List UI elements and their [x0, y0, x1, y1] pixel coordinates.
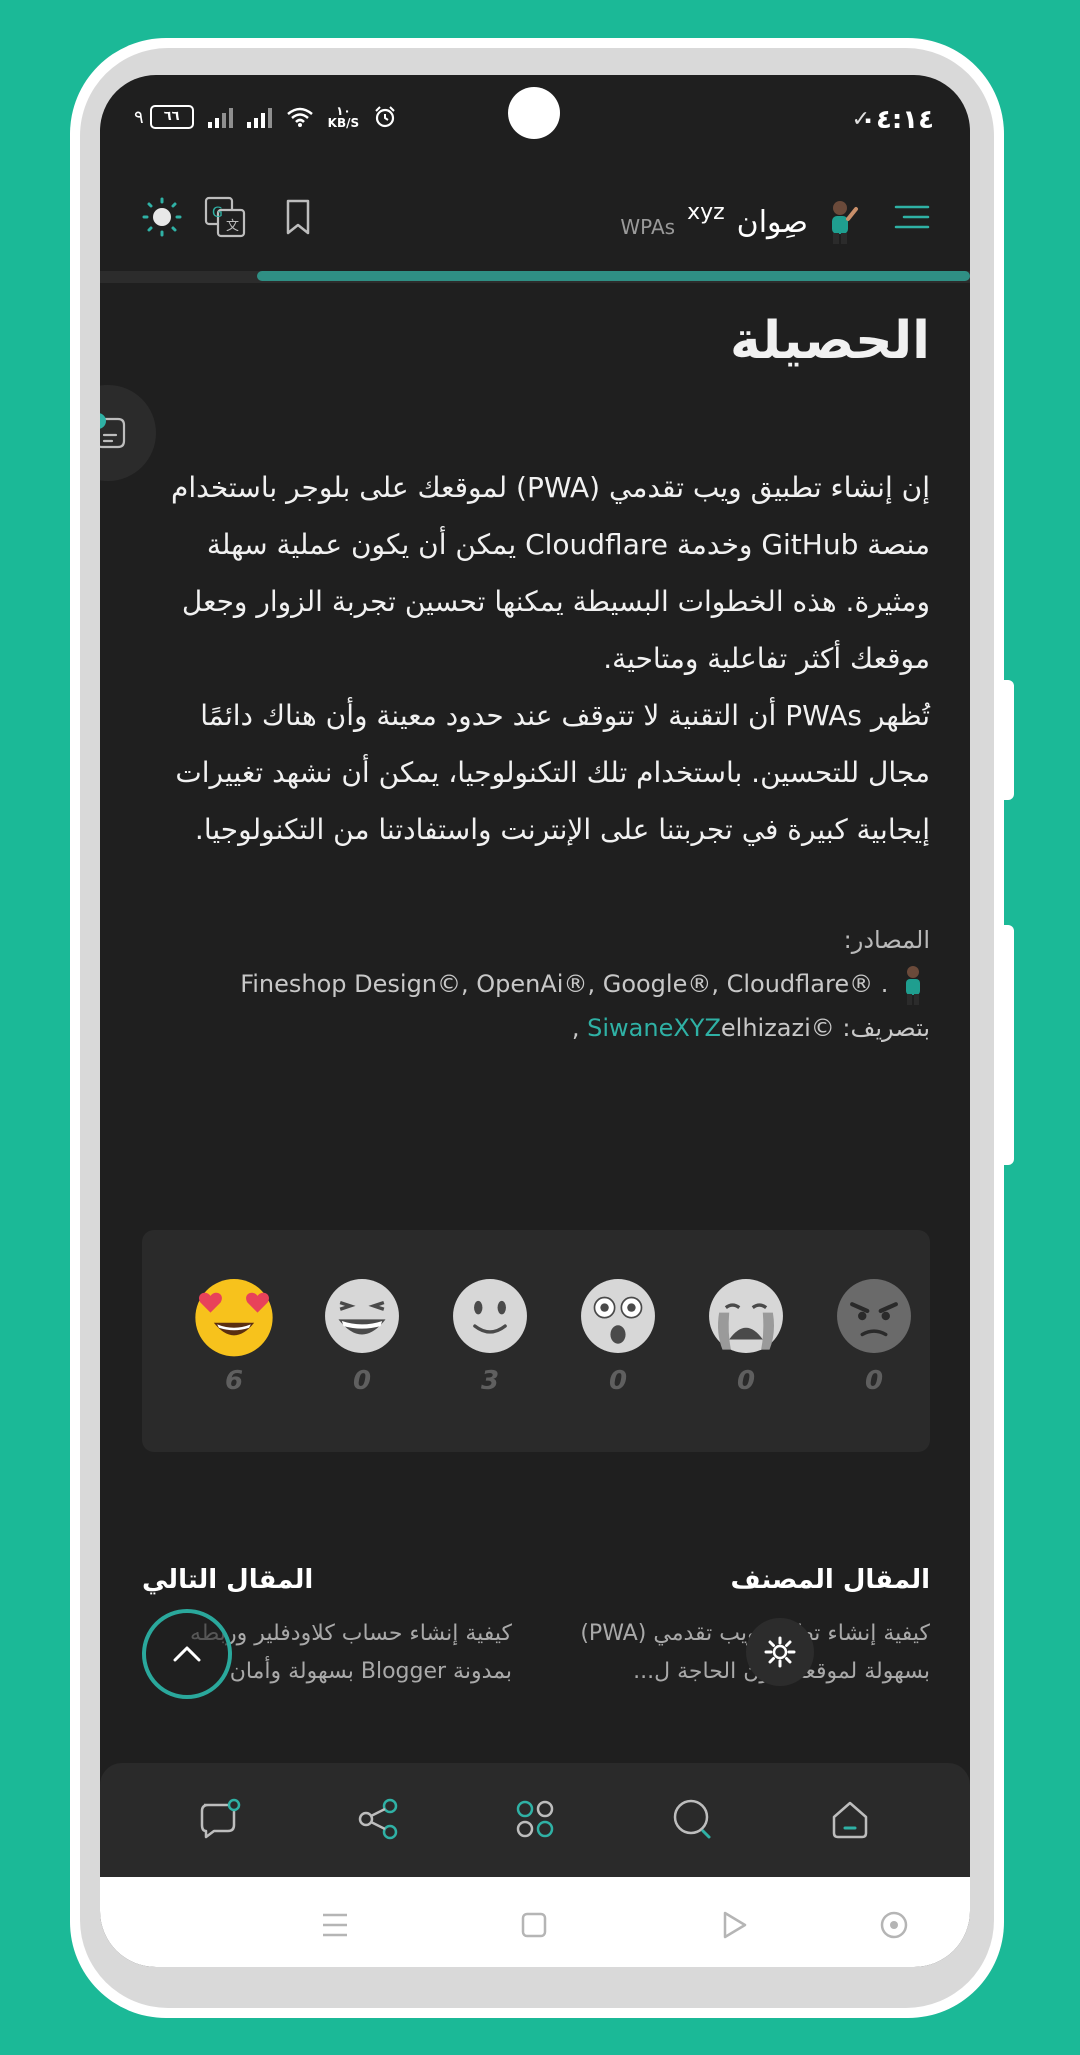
credit-link[interactable]: SiwaneXYZ [587, 1014, 721, 1042]
sources-label: المصادر: [843, 926, 930, 954]
toc-icon [100, 413, 126, 449]
scroll-to-top-button[interactable] [142, 1609, 232, 1699]
reactions-panel: 6 0 3 0 0 0 [142, 1230, 930, 1452]
alarm-icon [375, 106, 395, 128]
net-speed: ١٠ KB/S [328, 105, 359, 129]
heart-eyes-icon [195, 1279, 273, 1357]
battery-extra: ٩ [134, 106, 144, 128]
menu-icon[interactable] [884, 189, 940, 245]
signal-icon [207, 106, 233, 128]
svg-text:G: G [212, 205, 223, 221]
section-heading: الحصيلة [729, 311, 930, 371]
search-tab[interactable] [663, 1789, 723, 1849]
translate-icon[interactable]: G 文 [197, 189, 253, 245]
svg-text:文: 文 [226, 219, 239, 234]
credit-line: بتصريف: ©SiwaneXYZelhizazi , [142, 1006, 930, 1050]
status-bar: ٠٤:١٤ ✓ ٩ ٦٦ ١٠ KB/S [100, 75, 970, 171]
brand-logo[interactable]: WPAs xyz صِوان [620, 199, 860, 245]
reaction-smile[interactable]: 3 [448, 1274, 532, 1396]
volume-button [1004, 680, 1014, 800]
check-icon: ✓ [851, 107, 870, 132]
reaction-heart-eyes[interactable]: 6 [192, 1274, 276, 1396]
reaction-surprised[interactable]: 0 [576, 1274, 660, 1396]
grid-icon [516, 1800, 554, 1838]
brand-suffix: xyz [687, 199, 725, 225]
reaction-count: 0 [736, 1366, 756, 1396]
power-button [1004, 925, 1014, 1165]
paragraph-1: إن إنشاء تطبيق ويب تقدمي (PWA) لموقعك عل… [171, 471, 930, 675]
crying-icon [709, 1279, 783, 1353]
reading-progress-fill [256, 271, 970, 281]
system-navigation-bar [100, 1877, 970, 1967]
home-icon [832, 1801, 868, 1839]
reaction-count: 0 [608, 1366, 628, 1396]
signal-icon-2 [246, 106, 272, 128]
wifi-icon [286, 107, 313, 127]
reaction-count: 0 [352, 1366, 372, 1396]
category-post-heading: المقال المصنف [730, 1565, 931, 1595]
reaction-count: 0 [864, 1366, 884, 1396]
smile-icon [453, 1279, 527, 1353]
category-post-title[interactable]: كيفية إنشاء تطبيق ويب تقدمي (PWA) بسهولة… [560, 1615, 930, 1691]
next-post-heading-text: المقال التالي [142, 1565, 314, 1595]
reading-progress-track [100, 271, 970, 283]
sources-list: Fineshop Design©, OpenAi®, Google®, Clou… [240, 970, 889, 998]
brand-tag: WPAs [620, 215, 676, 239]
status-icons: ٩ ٦٦ ١٠ KB/S [134, 105, 397, 129]
sun-icon[interactable] [134, 189, 190, 245]
back-triangle-icon[interactable] [714, 1905, 754, 1945]
angry-icon [837, 1279, 911, 1353]
mascot-icon [832, 201, 858, 244]
front-camera [508, 87, 560, 139]
settings-button[interactable] [746, 1618, 814, 1686]
comments-tab[interactable] [190, 1789, 250, 1849]
laughing-icon [325, 1279, 399, 1353]
surprised-icon [581, 1279, 655, 1353]
reaction-angry[interactable]: 0 [832, 1274, 916, 1396]
battery-level: ٦٦ [149, 105, 194, 129]
share-icon [358, 1798, 398, 1840]
next-post-heading: المقال التالي [142, 1565, 512, 1595]
paragraph-2: تُظهر PWAs أن التقنية لا تتوقف عند حدود … [175, 699, 930, 846]
battery-icon: ٩ ٦٦ [134, 105, 194, 129]
search-icon [673, 1799, 711, 1839]
app-header: WPAs xyz صِوان G 文 [100, 171, 970, 271]
brand-name: صِوان [736, 204, 808, 240]
article-body: الحصيلة إن إنشاء تطبيق ويب تقدمي (PWA) ل… [142, 311, 930, 1050]
gear-icon [764, 1636, 796, 1668]
reaction-count: 3 [480, 1366, 500, 1396]
chevron-up-icon [173, 1646, 201, 1662]
status-time: ٠٤:١٤ [860, 105, 934, 135]
credit-label: بتصريف: © [810, 1014, 930, 1042]
apps-tab[interactable] [505, 1789, 565, 1849]
bottom-navigation [100, 1763, 970, 1877]
assistant-circle-icon[interactable] [874, 1905, 914, 1945]
reaction-crying[interactable]: 0 [704, 1274, 788, 1396]
reaction-count: 6 [224, 1366, 244, 1396]
home-tab[interactable] [820, 1789, 880, 1849]
sources-block: المصادر: Fineshop Design©, OpenAi®, Goog… [142, 918, 930, 1050]
reaction-laughing[interactable]: 0 [320, 1274, 404, 1396]
home-square-icon[interactable] [514, 1905, 554, 1945]
mascot-small-icon [906, 966, 920, 1005]
bookmark-icon[interactable] [270, 189, 326, 245]
comment-icon [200, 1798, 241, 1839]
share-tab[interactable] [348, 1789, 408, 1849]
category-post[interactable]: المقال المصنف كيفية إنشاء تطبيق ويب تقدم… [560, 1565, 930, 1691]
phone-screen: ٠٤:١٤ ✓ ٩ ٦٦ ١٠ KB/S WPAs xyz صِوان G 文 … [100, 75, 970, 1967]
net-speed-unit: KB/S [327, 116, 360, 130]
sources-line: Fineshop Design©, OpenAi®, Google®, Clou… [142, 962, 930, 1006]
recents-menu-icon[interactable] [315, 1905, 355, 1945]
